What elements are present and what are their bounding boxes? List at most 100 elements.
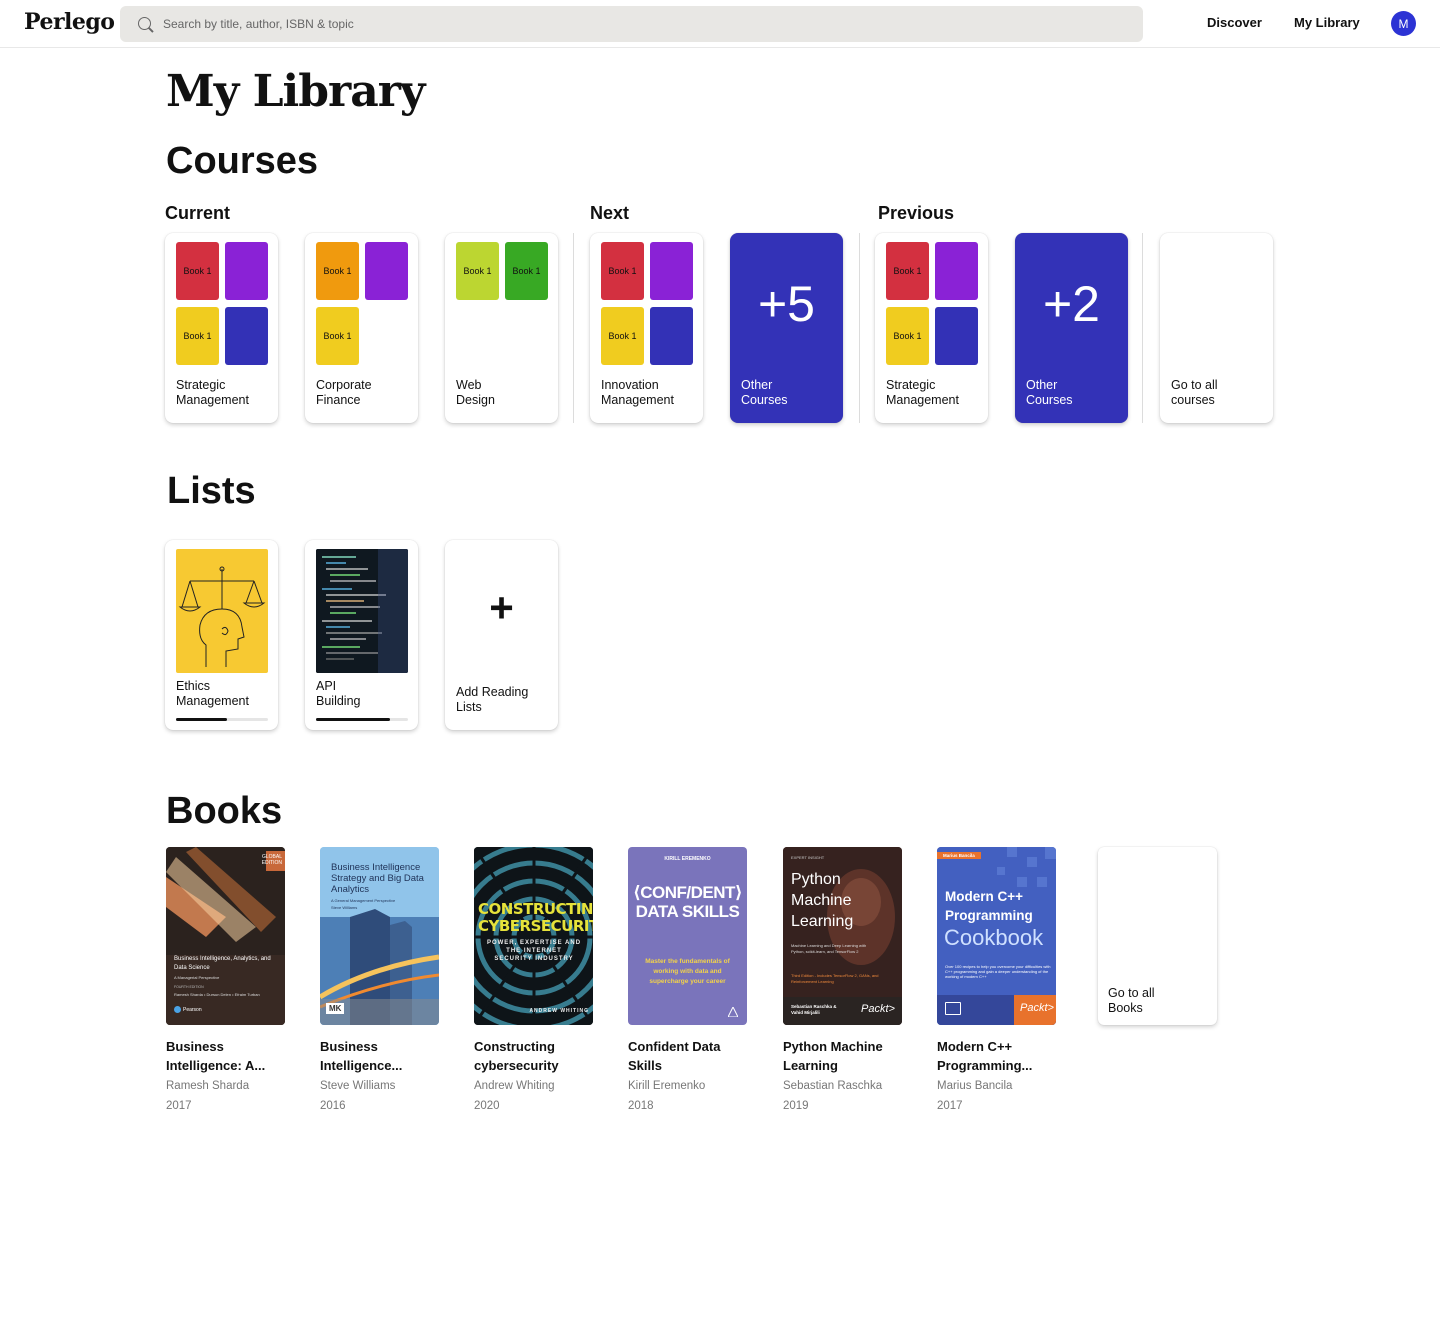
book-cover[interactable]: CONSTRUCTING CYBERSECURITY POWER, EXPERT… [474,847,593,1025]
nav-discover-link[interactable]: Discover [1207,15,1262,30]
code-screen-image [316,549,408,673]
book-year: 2019 [783,1100,809,1112]
book-item[interactable]: Marius Bancila Modern C++ Programming Co… [937,847,1056,1117]
book-author: Ramesh Sharda [166,1080,250,1092]
book-tile [225,307,268,365]
go-to-all-books-card[interactable]: Go to all Books [1098,847,1217,1025]
cover-edition: FOURTH EDITION [174,985,204,989]
course-label: Innovation Management [601,378,674,407]
course-count: +5 [757,276,815,332]
list-label: Add Reading Lists [456,685,529,714]
search-icon [138,17,151,30]
book-cover[interactable]: Marius Bancila Modern C++ Programming Co… [937,847,1056,1025]
cover-badge: Marius Bancila [937,852,981,859]
book-item[interactable]: CONSTRUCTING CYBERSECURITY POWER, EXPERT… [474,847,593,1117]
go-to-all-books-label: Go to all Books [1108,986,1155,1015]
course-label: Corporate Finance [316,378,372,407]
book-title: Constructing cybersecurity [474,1039,559,1073]
cover-subtitle: A General Management Perspective [331,898,396,903]
cover-edition: Over 100 recipes to help you overcome yo… [945,964,1051,979]
perlego-logo[interactable]: Perlego [24,9,115,35]
book-tile [365,242,408,300]
cover-subtitle: Machine Learning and Deep Learning with … [791,943,867,954]
search-placeholder: Search by title, author, ISBN & topic [163,17,354,31]
book-cover[interactable]: EXPERT INSIGHT Python Machine Learning M… [783,847,902,1025]
book-author: Steve Williams [320,1080,396,1092]
book-cover[interactable]: GLOBAL EDITION Business Intelligence, An… [166,847,285,1025]
search-input[interactable]: Search by title, author, ISBN & topic [120,6,1143,42]
packt-logo: Packt> [861,1003,895,1015]
current-courses-heading: Current [165,203,231,223]
book-tile: Book 1 [316,242,359,300]
book-title: Confident Data Skills [628,1039,721,1073]
book-tile: Book 1 [505,242,548,300]
course-card[interactable]: Book 1 Book 1 Corporate Finance [305,233,418,423]
reading-list-card[interactable]: Ethics Management [165,540,278,730]
book-tile [650,242,693,300]
cover-edition: Third Edition - Includes TensorFlow 2, G… [791,973,879,984]
book-tile: Book 1 [601,307,644,365]
book-tile: Book 1 [886,307,929,365]
course-label: Web Design [456,378,495,407]
book-item[interactable]: KIRILL EREMENKO ⟨CONF/DENT⟩ DATA SKILLS … [628,847,747,1117]
cover-author: Steve Williams [331,905,358,910]
pearson-logo: Pearson [174,1006,202,1013]
course-label: Strategic Management [176,378,249,407]
previous-courses-heading: Previous [878,203,955,223]
plus-icon: + [489,584,514,631]
book-tile [225,242,268,300]
cover-title: ⟨CONF/DENT⟩ DATA SKILLS [633,883,743,921]
list-label: Ethics Management [176,679,249,708]
course-card[interactable]: Book 1 Book 1 Strategic Management [165,233,278,423]
list-progress-bar [176,718,268,721]
course-label: Go to all courses [1171,378,1218,407]
publisher-logo [728,1007,738,1017]
course-card[interactable]: Book 1 Book 1 Web Design [445,233,558,423]
other-courses-card[interactable]: +5 Other Courses [730,233,843,423]
book-open-icon [945,1002,961,1015]
book-tile: Book 1 [176,307,219,365]
nav-my-library-link[interactable]: My Library [1294,15,1360,30]
cover-title: Business Intelligence Strategy and Big D… [331,862,424,895]
book-tile: Book 1 [456,242,499,300]
mk-logo: MK [326,1003,345,1014]
cover-badge: GLOBAL EDITION [261,854,282,866]
cover-subtitle: A Managerial Perspective [174,975,220,980]
course-group-divider [1142,233,1143,423]
courses-heading: Courses [166,140,319,182]
cover-title: Python Machine Learning [791,871,854,930]
book-year: 2018 [628,1100,654,1112]
cover-title: Modern C++ Programming [945,889,1033,923]
course-group-divider [573,233,574,423]
user-avatar[interactable]: M [1391,11,1416,36]
course-card[interactable]: Book 1 Book 1 Strategic Management [875,233,988,423]
course-count: +2 [1042,276,1100,332]
books-heading: Books [166,790,283,832]
go-to-all-courses-card[interactable]: Go to all courses [1160,233,1273,423]
reading-list-card[interactable]: API Building [305,540,418,730]
book-item[interactable]: Business Intelligence Strategy and Big D… [320,847,439,1117]
course-label: Other Courses [741,378,788,407]
book-title: Python Machine Learning [783,1039,883,1073]
book-item[interactable]: EXPERT INSIGHT Python Machine Learning M… [783,847,902,1117]
course-card[interactable]: Book 1 Book 1 Innovation Management [590,233,703,423]
cover-title: Business Intelligence, Analytics, and Da… [174,956,271,971]
book-year: 2020 [474,1100,500,1112]
cover-publisher: Pearson [183,1006,202,1013]
book-author: Marius Bancila [937,1080,1013,1092]
other-courses-card[interactable]: +2 Other Courses [1015,233,1128,423]
cover-author: KIRILL EREMENKO [664,856,711,862]
book-tile: Book 1 [601,242,644,300]
book-tile [935,307,978,365]
cover-author: ANDREW WHITING [529,1008,589,1014]
book-year: 2016 [320,1100,346,1112]
book-cover[interactable]: KIRILL EREMENKO ⟨CONF/DENT⟩ DATA SKILLS … [628,847,747,1025]
book-tile: Book 1 [316,307,359,365]
book-cover[interactable]: Business Intelligence Strategy and Big D… [320,847,439,1025]
top-navigation-bar: Perlego Search by title, author, ISBN & … [0,0,1440,48]
book-tile [935,242,978,300]
cover-authors: Ramesh Sharda • Dursun Delen • Efraim Tu… [174,992,260,997]
add-reading-list-card[interactable]: + Add Reading Lists [445,540,558,730]
book-item[interactable]: GLOBAL EDITION Business Intelligence, An… [166,847,285,1117]
lists-heading: Lists [167,470,256,512]
